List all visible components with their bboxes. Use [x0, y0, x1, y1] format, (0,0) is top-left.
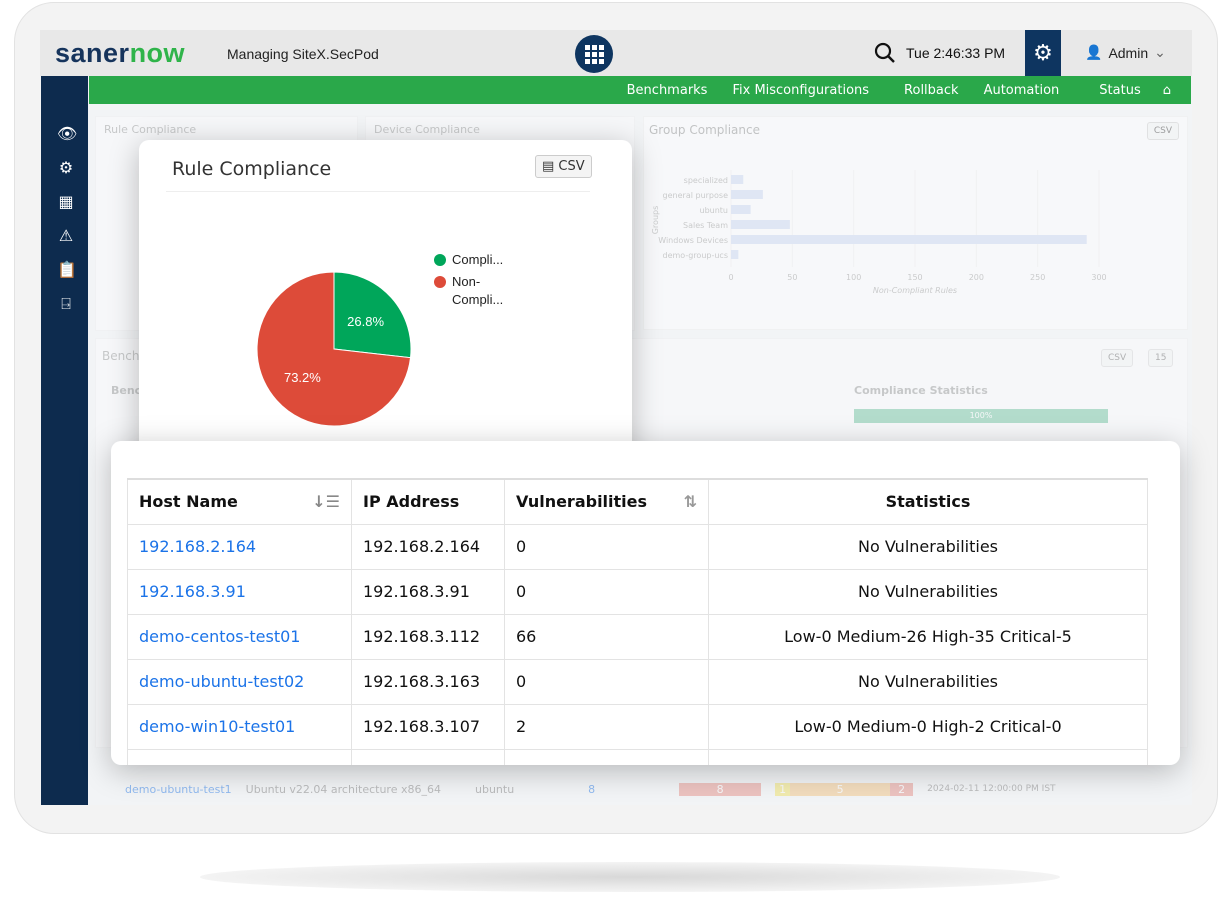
- table-row: 192.168.2.164 192.168.2.164 0 No Vulnerabil…: [127, 523, 1148, 570]
- bar: [731, 235, 1087, 244]
- vuln-count-cell: 0: [504, 523, 709, 570]
- host-link[interactable]: demo-win10-test01: [139, 717, 295, 736]
- x-tick-label: 0: [728, 273, 733, 282]
- hosts-table-card: Host Name ↓☰ IP Address Vulnerabilities ⇅ …: [111, 441, 1180, 765]
- nav-status[interactable]: Status: [1099, 83, 1140, 98]
- logout-icon[interactable]: ⍈: [57, 294, 75, 314]
- apps-grid-icon[interactable]: [575, 35, 613, 73]
- legend-item-compliant[interactable]: Compli...: [434, 251, 512, 269]
- bar: [731, 175, 744, 184]
- warning-icon[interactable]: ⚠: [57, 226, 75, 245]
- y-tick-label: Windows Devices: [658, 236, 728, 245]
- bg-host-row: demo-ubuntu-test1 Ubuntu v22.04 architec…: [125, 782, 1056, 796]
- group-compliance-title: Group Compliance: [649, 123, 760, 137]
- ip-cell: 192.168.2.164: [351, 523, 505, 570]
- host-link[interactable]: 192.168.3.91: [139, 582, 246, 601]
- x-tick-label: 250: [1030, 273, 1045, 282]
- vuln-count-cell: 2: [504, 703, 709, 750]
- col-vulnerabilities[interactable]: Vulnerabilities ⇅: [504, 478, 709, 525]
- statistics-cell: Low-0 Medium-0 High-2 Critical-0: [708, 703, 1148, 750]
- table-header: Host Name ↓☰ IP Address Vulnerabilities ⇅ …: [127, 478, 1148, 525]
- device-shadow: [200, 862, 1060, 892]
- col-host-name[interactable]: Host Name ↓☰: [127, 478, 352, 525]
- ip-cell: 192.168.3.112: [351, 613, 505, 660]
- col-ip-address[interactable]: IP Address: [351, 478, 505, 525]
- x-tick-label: 150: [907, 273, 922, 282]
- group-compliance-chart: 0 50 100 150 200 250 300 specialized general pur…: [651, 170, 1107, 295]
- table-row: 192.168.3.91 192.168.3.91 0 No Vulnerabilit…: [127, 568, 1148, 615]
- col-statistics: Statistics: [708, 478, 1148, 525]
- x-tick-label: 200: [969, 273, 984, 282]
- sort-icon[interactable]: ⇅: [684, 492, 697, 511]
- host-name-cell: 192.168.2.164: [127, 523, 352, 570]
- search-icon[interactable]: [874, 42, 896, 64]
- host-link[interactable]: demo-ubuntu-test02: [139, 672, 304, 691]
- logo[interactable]: sanernow: [55, 38, 185, 69]
- ip-cell: 192.168.3.107: [351, 703, 505, 750]
- home-icon[interactable]: ⌂: [1163, 83, 1171, 98]
- statistics-cell: No Vulnerabilities: [708, 523, 1148, 570]
- clipboard-icon[interactable]: 📋: [57, 260, 77, 279]
- vuln-count-cell: 66: [504, 613, 709, 660]
- bar: [731, 190, 763, 199]
- statistics-cell: Low-0 Medium-26 High-35 Critical-5: [708, 613, 1148, 660]
- nav-benchmarks[interactable]: Benchmarks: [627, 83, 708, 98]
- y-tick-label: general purpose: [663, 191, 729, 200]
- ip-cell: 192.168.3.163: [351, 658, 505, 705]
- y-tick-label: ubuntu: [700, 206, 729, 215]
- slice-label: 26.8%: [347, 314, 384, 329]
- host-name-cell: 192.168.3.91: [127, 568, 352, 615]
- table-row: demo-ubuntu-test02 192.168.3.163 0 No Vulne…: [127, 658, 1148, 705]
- x-tick-label: 300: [1091, 273, 1106, 282]
- host-name-cell: demo-centos-test01: [127, 613, 352, 660]
- vuln-count-cell: 0: [504, 568, 709, 615]
- y-tick-label: demo-group-ucs: [663, 251, 728, 260]
- bar: [731, 220, 790, 229]
- x-axis-label: Non-Compliant Rules: [873, 286, 957, 295]
- sort-desc-icon[interactable]: ↓☰: [312, 492, 340, 511]
- legend-item-non-compliant[interactable]: Non-Compli...: [434, 273, 512, 309]
- rule-compliance-card: Rule Compliance ▤ CSV 26.8% 73.2% Compli.…: [139, 140, 632, 472]
- pie-chart: 26.8% 73.2%: [256, 271, 412, 427]
- hosts-table: Host Name ↓☰ IP Address Vulnerabilities ⇅ …: [127, 478, 1148, 765]
- y-axis-label: Groups: [651, 206, 660, 235]
- statistics-cell: No Vulnerabilities: [708, 568, 1148, 615]
- host-name-cell: demo-ubuntu-test02: [127, 658, 352, 705]
- user-icon: 👤: [1085, 44, 1103, 60]
- statistics-cell: No Vulnerabilities: [708, 658, 1148, 705]
- eye-icon[interactable]: 👁: [57, 124, 77, 143]
- top-nav: Benchmarks Fix Misconfigurations Rollbac…: [89, 76, 1191, 104]
- bar: [731, 205, 751, 214]
- table-row: demo-win10-test01 192.168.3.107 2 Low-0 Med…: [127, 703, 1148, 750]
- user-menu[interactable]: 👤 Admin ⌄: [1085, 44, 1166, 61]
- chevron-down-icon: ⌄: [1154, 44, 1166, 60]
- top-header: sanernow Managing SiteX.SecPod Tue 2:46:…: [40, 30, 1192, 76]
- x-tick-label: 100: [846, 273, 861, 282]
- vuln-count-cell: 0: [504, 658, 709, 705]
- host-name-cell: demo-win10-test01: [127, 703, 352, 750]
- x-tick-label: 50: [787, 273, 797, 282]
- nav-automation[interactable]: Automation: [984, 83, 1060, 98]
- legend: Compli... Non-Compli...: [434, 251, 512, 309]
- sidebar: 👁 ⚙ ▦ ⚠ 📋 ⍈: [41, 76, 88, 805]
- page-size-select[interactable]: 15: [1148, 349, 1174, 367]
- ip-cell: 192.168.3.91: [351, 568, 505, 615]
- gear-user-icon[interactable]: ⚙: [57, 158, 75, 177]
- host-link[interactable]: demo-centos-test01: [139, 627, 300, 646]
- bar: [731, 250, 739, 259]
- group-csv-button[interactable]: CSV: [1146, 122, 1179, 140]
- host-link[interactable]: 192.168.2.164: [139, 537, 256, 556]
- nav-rollback[interactable]: Rollback: [904, 83, 959, 98]
- nav-fix-misconfigurations[interactable]: Fix Misconfigurations: [732, 83, 869, 98]
- group-compliance-panel: Group Compliance CSV 0 50 100 150 200 250 300 s…: [643, 116, 1188, 330]
- clock: Tue 2:46:33 PM: [906, 45, 1006, 61]
- table-row: demo-centos-test01 192.168.3.112 66 Low-0 M…: [127, 613, 1148, 660]
- managing-site[interactable]: Managing SiteX.SecPod: [227, 46, 379, 62]
- slice-label: 73.2%: [284, 370, 321, 385]
- y-tick-label: Sales Team: [683, 221, 728, 230]
- report-icon[interactable]: ▦: [57, 192, 75, 211]
- y-tick-label: specialized: [684, 176, 728, 185]
- bg-progress: 100%: [854, 409, 1108, 423]
- settings-gear-icon[interactable]: ⚙: [1025, 30, 1061, 76]
